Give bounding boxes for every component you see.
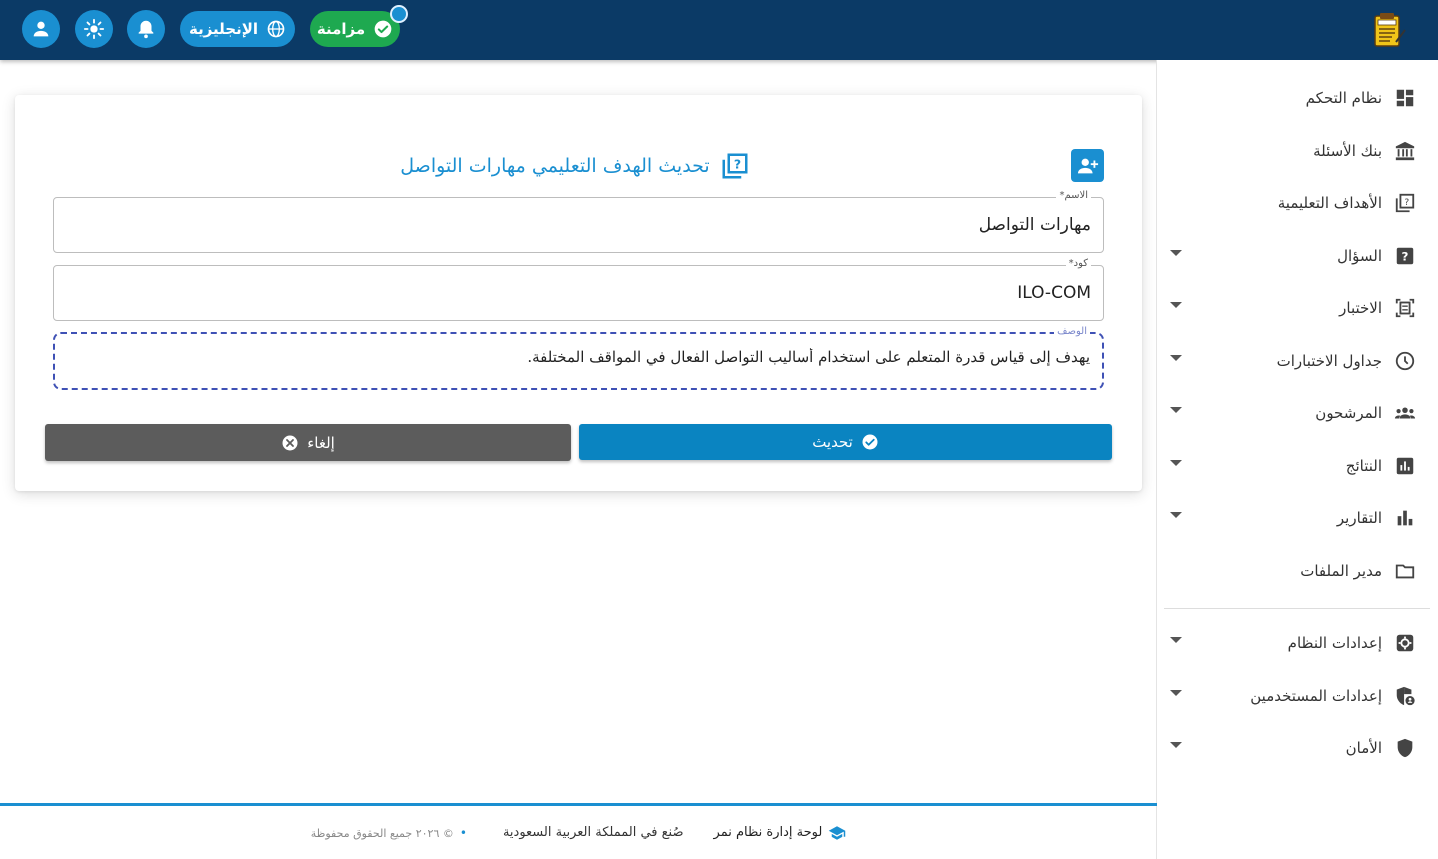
sidebar-divider (1164, 608, 1430, 609)
footer-brand[interactable]: لوحة إدارة نظام نمر (714, 824, 847, 842)
chevron-down-icon[interactable] (1170, 637, 1182, 643)
chevron-down-icon[interactable] (1170, 460, 1182, 466)
quiz-icon: ? (722, 153, 748, 179)
exam-logo-icon[interactable] (1370, 12, 1406, 48)
footer-copyright-text: © ٢٠٢٦ جميع الحقوق محفوظة (310, 826, 454, 840)
chevron-down-icon[interactable] (1170, 512, 1182, 518)
chevron-down-icon[interactable] (1170, 407, 1182, 413)
page-title-text: تحديث الهدف التعليمي مهارات التواصل (400, 155, 710, 177)
graduation-cap-icon (829, 825, 846, 840)
sidebar-item-label: الاختبار (1339, 299, 1382, 317)
sidebar-item-label: بنك الأسئلة (1313, 142, 1382, 160)
globe-icon (267, 20, 285, 38)
sidebar-item-dashboard[interactable]: نظام التحكم (1168, 78, 1416, 118)
user-icon (33, 21, 49, 37)
folder-icon (1395, 564, 1415, 579)
sync-status-dot (390, 5, 408, 23)
sidebar-item-user-settings[interactable]: إعدادات المستخدمين (1168, 676, 1416, 716)
description-field-label: الوصف (1054, 326, 1090, 337)
sidebar-item-label: إعدادات المستخدمين (1250, 687, 1382, 705)
add-user-button[interactable] (1071, 149, 1104, 182)
sidebar-item-system-settings[interactable]: إعدادات النظام (1168, 623, 1416, 663)
help-box-icon: ? (1396, 247, 1414, 265)
sidebar-item-label: مدير الملفات (1300, 562, 1382, 580)
bell-icon (138, 20, 154, 39)
notifications-button[interactable] (127, 10, 165, 48)
bar-chart-icon (1397, 510, 1413, 526)
sidebar-item-exam[interactable]: الاختبار (1168, 288, 1416, 328)
sidebar-item-reports[interactable]: التقارير (1168, 498, 1416, 538)
quiz-icon: ? (1395, 193, 1415, 213)
sidebar: نظام التحكم بنك الأسئلة ? الأهداف التعلي… (1156, 60, 1438, 859)
edit-objective-card: ? تحديث الهدف التعليمي مهارات التواصل ال… (15, 95, 1142, 491)
sidebar-item-file-manager[interactable]: مدير الملفات (1168, 551, 1416, 591)
sidebar-item-label: السؤال (1337, 247, 1382, 265)
code-field-label: كود* (1065, 258, 1091, 269)
close-circle-icon (282, 435, 298, 450)
svg-text:?: ? (734, 157, 741, 172)
sidebar-item-exam-schedules[interactable]: جداول الاختبارات (1168, 341, 1416, 381)
sync-button[interactable]: مزامنة (310, 11, 400, 47)
account-button[interactable] (22, 10, 60, 48)
footer-brand-label: لوحة إدارة نظام نمر (713, 825, 823, 840)
settings-icon (1396, 634, 1414, 652)
assessment-icon (1396, 457, 1414, 475)
sync-label: مزامنة (316, 20, 366, 38)
sidebar-item-learning-objectives[interactable]: ? الأهداف التعليمية (1168, 183, 1416, 223)
footer-made-in: صُنع في المملكة العربية السعودية (502, 825, 684, 840)
sun-icon (83, 18, 105, 40)
chevron-down-icon[interactable] (1170, 302, 1182, 308)
shield-icon (1397, 738, 1413, 758)
sidebar-item-question-bank[interactable]: بنك الأسئلة (1168, 131, 1416, 171)
language-button[interactable]: الإنجليزية (180, 11, 295, 47)
chevron-down-icon[interactable] (1170, 355, 1182, 361)
sidebar-item-label: نظام التحكم (1305, 89, 1382, 107)
dashboard-icon (1396, 89, 1414, 107)
code-field[interactable]: كود* (53, 258, 1104, 321)
chevron-down-icon[interactable] (1170, 690, 1182, 696)
clock-icon (1395, 351, 1415, 371)
group-icon (1394, 407, 1416, 419)
footer-copyright: •© ٢٠٢٦ جميع الحقوق محفوظة (310, 825, 467, 840)
sidebar-item-results[interactable]: النتائج (1168, 446, 1416, 486)
name-field[interactable]: الاسم* (53, 190, 1104, 253)
top-app-bar: الإنجليزية مزامنة (0, 0, 1438, 60)
svg-text:?: ? (1402, 250, 1409, 264)
update-button-label: تحديث (812, 433, 853, 451)
page-title: ? تحديث الهدف التعليمي مهارات التواصل (395, 150, 755, 182)
sidebar-item-label: النتائج (1345, 457, 1382, 475)
footer: لوحة إدارة نظام نمر صُنع في المملكة العر… (0, 806, 1157, 859)
update-button[interactable]: تحديث (579, 424, 1112, 460)
check-circle-icon (862, 434, 878, 450)
cancel-button-label: إلغاء (307, 433, 335, 452)
description-input[interactable]: يهدف إلى قياس قدرة المتعلم على استخدام أ… (67, 348, 1090, 374)
person-add-icon (1077, 158, 1098, 173)
bank-icon (1395, 141, 1415, 161)
document-scanner-icon (1395, 298, 1415, 318)
chevron-down-icon[interactable] (1170, 250, 1182, 256)
sidebar-item-security[interactable]: الأمان (1168, 728, 1416, 768)
name-input[interactable] (66, 212, 1091, 238)
admin-panel-icon (1396, 686, 1415, 706)
chevron-down-icon[interactable] (1170, 742, 1182, 748)
sidebar-item-question[interactable]: ? السؤال (1168, 236, 1416, 276)
theme-toggle-button[interactable] (75, 10, 113, 48)
sidebar-item-label: إعدادات النظام (1287, 634, 1382, 652)
sidebar-item-label: التقارير (1336, 509, 1382, 527)
sidebar-item-label: جداول الاختبارات (1276, 352, 1382, 370)
sidebar-item-label: الأهداف التعليمية (1277, 194, 1382, 212)
code-input[interactable] (66, 280, 1091, 306)
language-label: الإنجليزية (188, 20, 259, 38)
svg-text:?: ? (1404, 197, 1409, 208)
description-field[interactable]: الوصف يهدف إلى قياس قدرة المتعلم على است… (53, 326, 1104, 390)
sidebar-item-label: الأمان (1345, 739, 1382, 757)
sidebar-item-label: المرشحون (1315, 404, 1382, 422)
name-field-label: الاسم* (1056, 190, 1091, 201)
check-circle-icon (374, 20, 392, 38)
sidebar-item-candidates[interactable]: المرشحون (1168, 393, 1416, 433)
cancel-button[interactable]: إلغاء (45, 424, 571, 461)
